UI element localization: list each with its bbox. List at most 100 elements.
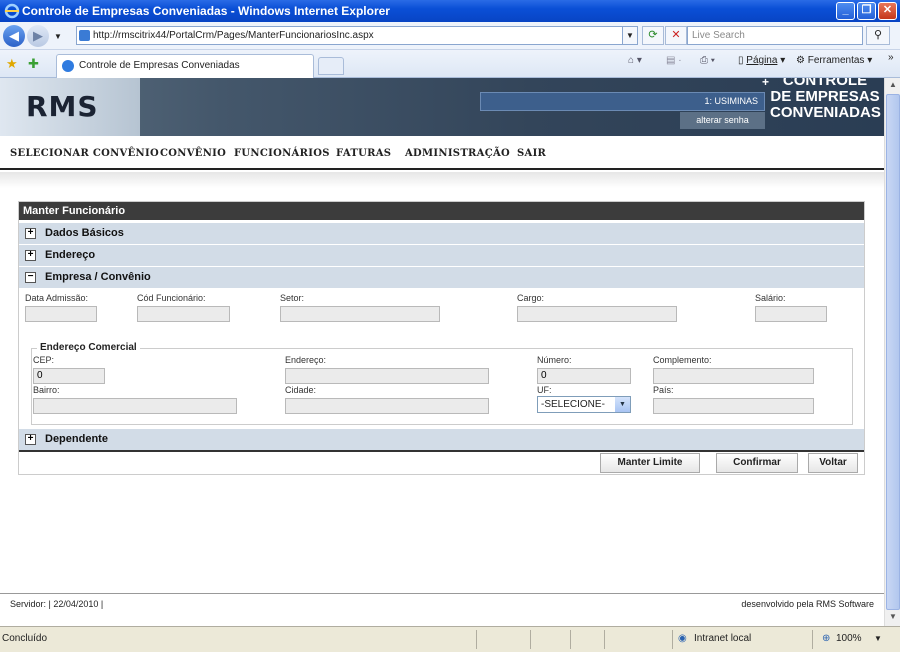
menu-sair[interactable]: SAIR	[517, 148, 546, 159]
favorites-star-icon[interactable]: ★	[6, 56, 18, 72]
print-icon[interactable]: ⎙ ▾	[700, 55, 715, 66]
expand-icon: +	[25, 250, 36, 261]
new-tab-button[interactable]	[318, 57, 344, 75]
credit-text: desenvolvido pela RMS Software	[741, 599, 874, 609]
salary-input[interactable]	[755, 306, 827, 322]
neighborhood-input[interactable]	[33, 398, 237, 414]
number-input[interactable]: 0	[537, 368, 631, 384]
brand-line-2: DE EMPRESAS	[770, 88, 880, 105]
state-select-value: -SELECIONE-	[541, 399, 605, 410]
minimize-button[interactable]: _	[836, 2, 855, 20]
submenu-bar	[0, 172, 884, 188]
globe-icon: ◉	[678, 633, 687, 644]
logo: RMS	[0, 78, 140, 136]
forward-button[interactable]: ▶	[27, 25, 49, 47]
address-text: http://rmscitrix44/PortalCrm/Pages/Mante…	[93, 30, 374, 41]
tools-menu-label: Ferramentas	[807, 55, 865, 66]
logo-text: RMS	[26, 90, 99, 123]
confirm-button[interactable]: Confirmar	[716, 453, 798, 473]
menu-convenio[interactable]: CONVÊNIO	[160, 148, 226, 159]
section-empresa-convenio[interactable]: − Empresa / Convênio	[19, 267, 864, 288]
scroll-thumb[interactable]	[886, 94, 900, 610]
page-footer: Servidor: | 22/04/2010 | desenvolvido pe…	[0, 593, 884, 615]
page-content: RMS 1: USIMINAS alterar senha + CONTROLE…	[0, 78, 884, 626]
tools-menu[interactable]: ⚙ Ferramentas ▾	[796, 55, 872, 66]
zoom-dropdown-icon[interactable]: ▼	[874, 627, 882, 651]
admission-label: Data Admissão:	[25, 293, 89, 303]
address-dropdown[interactable]: ▼	[622, 26, 638, 45]
cep-input[interactable]: 0	[33, 368, 105, 384]
page-menu-label: Página	[746, 55, 778, 66]
number-label: Número:	[537, 355, 572, 365]
sector-input[interactable]	[280, 306, 440, 322]
complement-input[interactable]	[653, 368, 814, 384]
add-favorites-icon[interactable]: ✚	[28, 56, 39, 72]
address-input[interactable]	[285, 368, 489, 384]
country-input[interactable]	[653, 398, 814, 414]
status-text: Concluído	[2, 633, 48, 644]
address-bar[interactable]: http://rmscitrix44/PortalCrm/Pages/Mante…	[76, 26, 638, 45]
search-input[interactable]: Live Search	[687, 26, 863, 45]
maximize-button[interactable]: ❐	[857, 2, 876, 20]
ie-tab-icon	[62, 60, 74, 72]
status-bar: Concluído ◉ Intranet local ⊕ 100% ▼	[0, 626, 900, 652]
browser-tab[interactable]: Controle de Empresas Conveniadas	[56, 54, 314, 78]
complement-label: Complemento:	[653, 355, 712, 365]
state-select[interactable]: -SELECIONE- ▼	[537, 396, 631, 413]
plus-icon: +	[762, 78, 770, 89]
neighborhood-label: Bairro:	[33, 385, 60, 395]
admission-input[interactable]	[25, 306, 97, 322]
section-label: Dados Básicos	[45, 227, 124, 239]
more-icon[interactable]: »	[888, 52, 894, 63]
cep-label: CEP:	[33, 355, 55, 365]
role-label: Cargo:	[517, 293, 545, 303]
city-label: Cidade:	[285, 385, 317, 395]
change-password-link[interactable]: alterar senha	[680, 112, 765, 129]
manter-limite-button[interactable]: Manter Limite	[600, 453, 700, 473]
salary-label: Salário:	[755, 293, 786, 303]
employee-form: Manter Funcionário + Dados Básicos + End…	[18, 201, 865, 475]
server-info: Servidor: | 22/04/2010 |	[10, 599, 104, 609]
commercial-address-legend: Endereço Comercial	[37, 342, 140, 353]
section-endereco[interactable]: + Endereço	[19, 245, 864, 266]
window-title: Controle de Empresas Conveniadas - Windo…	[22, 4, 390, 18]
status-divider	[530, 630, 531, 649]
scroll-down-icon[interactable]: ▼	[887, 612, 899, 624]
menu-administracao[interactable]: ADMINISTRAÇÃO	[405, 148, 510, 159]
form-divider	[19, 450, 864, 452]
address-toolbar: ◀ ▶ ▼ http://rmscitrix44/PortalCrm/Pages…	[0, 22, 900, 50]
status-divider	[672, 630, 673, 649]
employee-code-input[interactable]	[137, 306, 230, 322]
menu-selecionar-convenio[interactable]: SELECIONAR CONVÊNIO	[10, 148, 159, 159]
vertical-scrollbar[interactable]: ▲ ▼	[884, 78, 900, 626]
status-divider	[812, 630, 813, 649]
home-icon[interactable]: ⌂ ▾	[628, 55, 642, 66]
form-title: Manter Funcionário	[19, 202, 864, 220]
section-dependente[interactable]: + Dependente	[19, 429, 864, 450]
section-dados-basicos[interactable]: + Dados Básicos	[19, 223, 864, 244]
tab-title: Controle de Empresas Conveniadas	[79, 60, 240, 71]
city-input[interactable]	[285, 398, 489, 414]
section-label: Dependente	[45, 433, 108, 445]
page-icon	[79, 30, 90, 41]
employee-code-label: Cód Funcionário:	[137, 293, 206, 303]
scroll-up-icon[interactable]: ▲	[887, 80, 899, 92]
status-divider	[476, 630, 477, 649]
history-dropdown-icon[interactable]: ▼	[54, 32, 62, 41]
back-button[interactable]: ◀	[3, 25, 25, 47]
back-button-form[interactable]: Voltar	[808, 453, 858, 473]
refresh-button[interactable]: ⟳	[642, 26, 664, 45]
header-banner: RMS 1: USIMINAS alterar senha + CONTROLE…	[0, 78, 884, 136]
menu-funcionarios[interactable]: FUNCIONÁRIOS	[234, 148, 330, 159]
menu-faturas[interactable]: FATURAS	[336, 148, 391, 159]
search-icon[interactable]: ⚲	[866, 26, 890, 45]
address-label: Endereço:	[285, 355, 327, 365]
feeds-icon[interactable]: ▤ ·	[666, 55, 682, 66]
page-menu[interactable]: ▯ Página ▾	[738, 55, 785, 66]
zoom-level[interactable]: 100%	[836, 627, 862, 651]
close-button[interactable]: ✕	[878, 2, 897, 20]
role-input[interactable]	[517, 306, 677, 322]
main-menu: SELECIONAR CONVÊNIO CONVÊNIO FUNCIONÁRIO…	[0, 136, 884, 170]
user-box: 1: USIMINAS	[480, 92, 765, 111]
stop-button[interactable]: ✕	[665, 26, 687, 45]
